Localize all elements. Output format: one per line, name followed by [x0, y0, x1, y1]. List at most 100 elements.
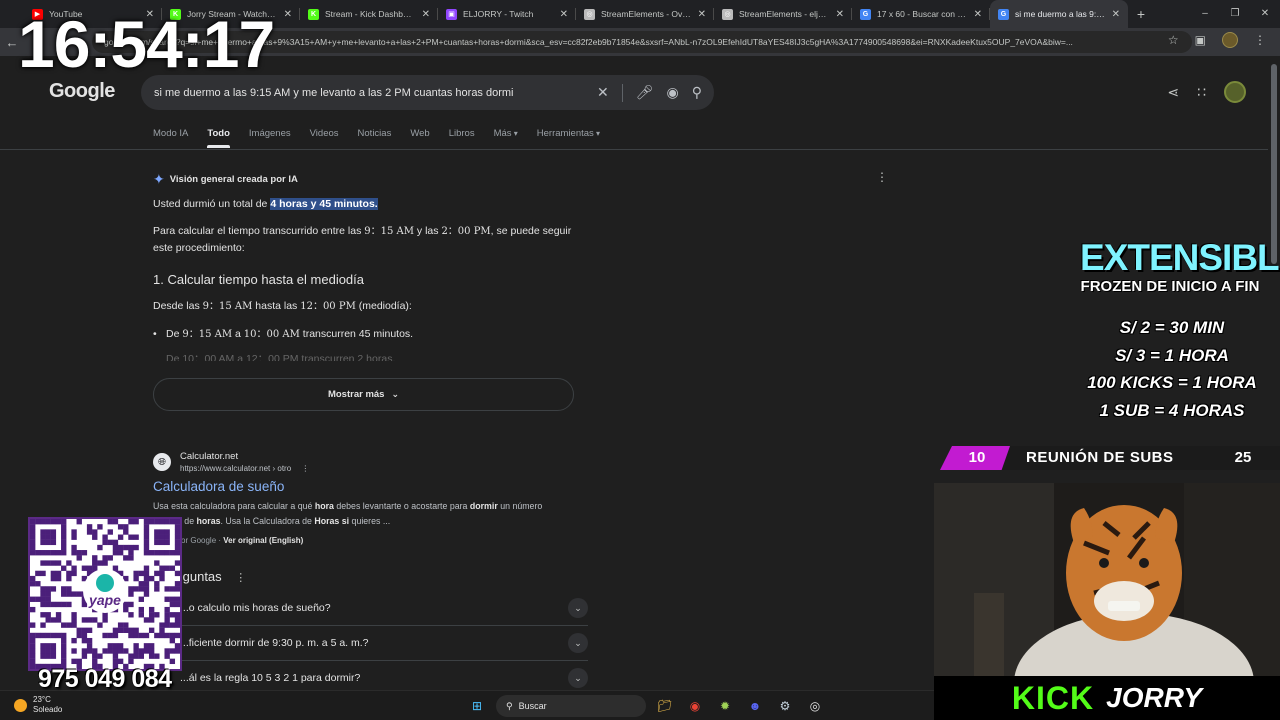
- time-value: 9：15 AM: [182, 329, 233, 340]
- window-controls: – ❐ ✕: [1190, 0, 1280, 28]
- chevron-down-icon[interactable]: ⌄: [568, 668, 588, 688]
- browser-tab[interactable]: ◎ StreamElements - Overlay ✕: [576, 0, 714, 28]
- stream-clock: 16:54:17: [18, 7, 275, 81]
- result-menu-icon[interactable]: ⋮: [301, 464, 309, 473]
- extensible-promo: EXTENSIBLE FROZEN DE INICIO A FIN: [1080, 236, 1280, 295]
- search-tab[interactable]: Herramientas: [537, 128, 600, 139]
- tab-close-icon[interactable]: ✕: [284, 9, 292, 20]
- search-tab[interactable]: Más: [494, 128, 518, 139]
- browser-tab[interactable]: G 17 x 60 - Buscar con Google ✕: [852, 0, 990, 28]
- taskbar-search[interactable]: ⚲ Buscar: [496, 695, 646, 717]
- ai-bullet-part: transcurren 45 minutos.: [299, 328, 414, 340]
- windows-start-icon[interactable]: ⊞: [466, 695, 488, 717]
- browser-menu-icon[interactable]: ⋮: [1254, 33, 1266, 47]
- result-url[interactable]: https://www.calculator.net › otro ⋮: [180, 464, 309, 473]
- chrome-icon[interactable]: ◉: [684, 695, 706, 717]
- promo-rate: S/ 2 = 30 MIN: [1119, 318, 1225, 337]
- sub-goal-target: 25: [1234, 449, 1252, 466]
- ai-answer: Usted durmió un total de 4 horas y 45 mi…: [153, 196, 573, 212]
- tab-close-icon[interactable]: ✕: [836, 9, 844, 20]
- chevron-down-icon[interactable]: ⌄: [568, 633, 588, 653]
- snippet-bold: hora: [314, 501, 334, 511]
- tab-close-icon[interactable]: ✕: [560, 9, 568, 20]
- ai-bullet: De 9：15 AM a 10：00 AM transcurren 45 min…: [153, 326, 586, 343]
- search-tab[interactable]: Noticias: [358, 128, 392, 139]
- paa-menu-icon[interactable]: ⋮: [235, 572, 246, 584]
- tab-title: StreamElements - Overlay: [601, 9, 692, 19]
- steam-icon[interactable]: ⚙: [774, 695, 796, 717]
- time-value: 10：00 AM: [243, 329, 300, 340]
- sun-icon: [14, 698, 27, 712]
- tab-close-icon[interactable]: ✕: [974, 9, 982, 20]
- weather-text: 23°C Soleado: [33, 695, 62, 715]
- search-tab[interactable]: Todo: [207, 128, 230, 148]
- search-icon[interactable]: ⚲: [692, 84, 702, 101]
- share-icon[interactable]: ⋖: [1167, 84, 1179, 101]
- sub-goal-label: REUNIÓN DE SUBS: [1026, 449, 1174, 466]
- close-window-icon[interactable]: ✕: [1250, 0, 1280, 28]
- search-tab[interactable]: Imágenes: [249, 128, 291, 139]
- sub-goal-current: 10: [968, 449, 986, 466]
- chevron-down-icon[interactable]: ⌄: [568, 598, 588, 618]
- ai-answer-highlight: 4 horas y 45 minutos.: [270, 198, 378, 210]
- search-tab[interactable]: Web: [410, 128, 429, 139]
- obs-icon[interactable]: ◎: [804, 695, 826, 717]
- tab-title: si me duermo a las 9:15 A: [1015, 9, 1106, 19]
- app-icon[interactable]: ✹: [714, 695, 736, 717]
- browser-tab[interactable]: ◎ StreamElements - eljorry ✕: [714, 0, 852, 28]
- result-url-text: https://www.calculator.net › otro: [180, 464, 292, 473]
- snippet-bold: horas: [196, 516, 221, 526]
- ai-bullet-faded: De 10：00 AM a 12：00 PM transcurren 2 hor…: [166, 351, 586, 361]
- promo-rate: 100 KICKS = 1 HORA: [1087, 373, 1257, 392]
- bookmark-star-icon[interactable]: ☆: [1168, 33, 1179, 47]
- search-input[interactable]: si me duermo a las 9:15 AM y me levanto …: [154, 87, 597, 99]
- more-options-icon[interactable]: ⋮: [876, 170, 888, 184]
- discord-icon[interactable]: ☻: [744, 695, 766, 717]
- tab-close-icon[interactable]: ✕: [1112, 9, 1120, 20]
- browser-tab[interactable]: Gsi me duermo a las 9:15 A ✕: [990, 0, 1128, 28]
- file-explorer-icon[interactable]: 📁︎: [654, 695, 676, 717]
- browser-tab[interactable]: ▣ ELJORRY - Twitch ✕: [438, 0, 576, 28]
- weather-widget[interactable]: 23°C Soleado: [14, 695, 62, 715]
- show-more-label: Mostrar más: [327, 389, 385, 400]
- time-value: 12：00 PM: [300, 301, 356, 312]
- paa-question[interactable]: ...o calculo mis horas de sueño? ⌄: [153, 591, 588, 626]
- search-tab[interactable]: Libros: [449, 128, 475, 139]
- ai-step-text: Desde las 9：15 AM hasta las 12：00 PM (me…: [153, 298, 573, 315]
- result-title-link[interactable]: Calculadora de sueño: [153, 479, 284, 494]
- sparkle-icon: ✦: [153, 171, 165, 187]
- apps-grid-icon[interactable]: ∷: [1197, 84, 1206, 101]
- maximize-icon[interactable]: ❐: [1220, 0, 1250, 28]
- account-avatar[interactable]: [1224, 81, 1246, 103]
- browser-tab[interactable]: K Stream - Kick Dashboard ✕: [300, 0, 438, 28]
- promo-rates: S/ 2 = 30 MIN S/ 3 = 1 HORA 100 KICKS = 1 …: [1082, 314, 1262, 424]
- tabs-divider: [0, 149, 1268, 150]
- scrollbar-thumb[interactable]: [1271, 64, 1277, 264]
- tab-title: StreamElements - eljorry: [739, 9, 830, 19]
- lens-icon[interactable]: ◉: [667, 84, 679, 101]
- profile-avatar[interactable]: [1222, 32, 1238, 48]
- search-box-actions: ✕ 🎤︎ ◉ ⚲: [597, 83, 702, 102]
- view-original-link[interactable]: Ver original (English): [223, 536, 303, 545]
- extensions-icon[interactable]: ▣: [1195, 33, 1206, 47]
- new-tab-button[interactable]: +: [1128, 6, 1154, 22]
- show-more-button[interactable]: Mostrar más ⌄: [153, 378, 574, 411]
- snippet-part: . Usa la Calculadora de: [220, 516, 315, 526]
- clear-icon[interactable]: ✕: [597, 84, 609, 101]
- google-logo[interactable]: Google: [49, 80, 115, 103]
- result-site-name[interactable]: Calculator.net: [180, 451, 238, 462]
- paa-question[interactable]: ...ficiente dormir de 9:30 p. m. a 5 a. …: [153, 626, 588, 661]
- webcam-image: [934, 483, 1280, 676]
- search-tab[interactable]: Videos: [310, 128, 339, 139]
- time-value: 9：15 AM: [364, 226, 414, 237]
- minimize-icon[interactable]: –: [1190, 0, 1220, 28]
- ai-step-part: Desde las: [153, 300, 203, 312]
- microphone-icon[interactable]: 🎤︎: [636, 84, 654, 101]
- ai-step-part: hasta las: [252, 300, 301, 312]
- tab-close-icon[interactable]: ✕: [422, 9, 430, 20]
- tab-close-icon[interactable]: ✕: [698, 9, 706, 20]
- paa-question-text: ...ficiente dormir de 9:30 p. m. a 5 a. …: [180, 637, 369, 649]
- search-icon: ⚲: [506, 700, 513, 711]
- snippet-part: debes levantarte o acostarte para: [333, 501, 470, 511]
- search-tab[interactable]: Modo IA: [153, 128, 188, 139]
